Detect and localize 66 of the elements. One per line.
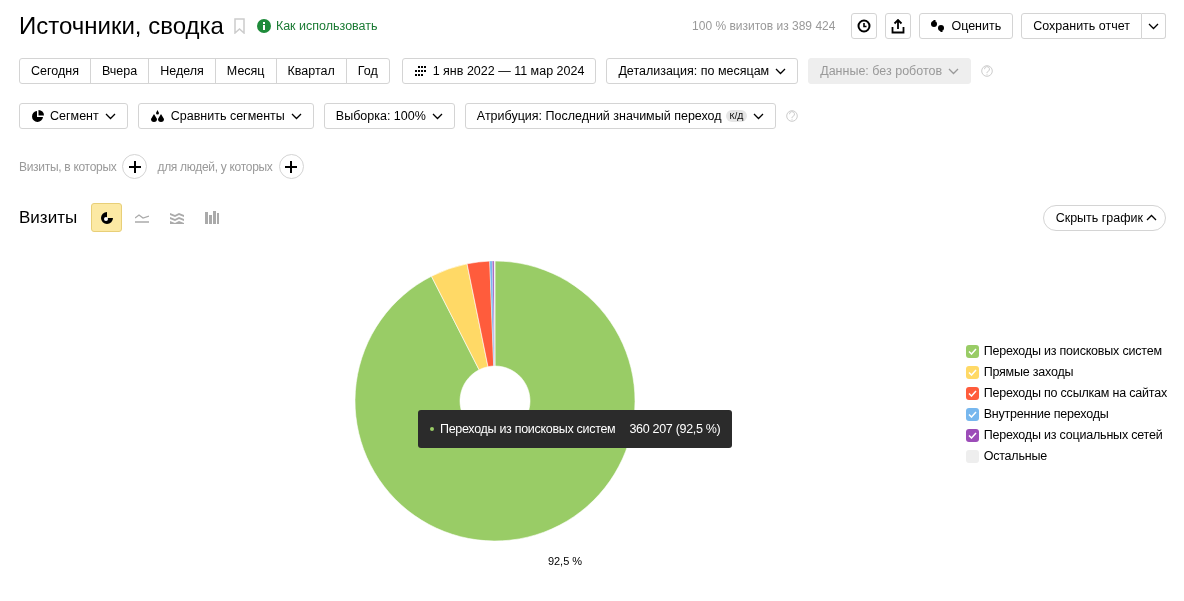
help-link[interactable]: Как использовать xyxy=(275,19,378,33)
period-tab[interactable]: Месяц xyxy=(214,58,277,84)
sample-dropdown[interactable]: Выборка: 100% xyxy=(323,103,455,129)
drops-icon xyxy=(149,109,165,123)
attribution-dropdown[interactable]: Атрибуция: Последний значимый переход К/Д xyxy=(464,103,777,129)
save-report-button[interactable]: Сохранить отчет xyxy=(1021,13,1142,39)
period-tab[interactable]: Квартал xyxy=(275,58,347,84)
legend-checkbox[interactable] xyxy=(965,365,979,379)
date-range-button[interactable]: 1 янв 2022 — 11 мар 2024 xyxy=(401,58,597,84)
save-options-button[interactable] xyxy=(1142,13,1166,39)
pie-chart-button[interactable] xyxy=(91,203,123,232)
filter-label: Визиты, в которых xyxy=(19,159,117,174)
pie-icon xyxy=(31,109,44,123)
attribution-label: Атрибуция: Последний значимый переход xyxy=(476,109,722,123)
legend-checkbox[interactable] xyxy=(965,407,979,421)
visits-share-text: 100 % визитов из 389 424 xyxy=(692,19,836,33)
tooltip-label: Переходы из поисковых систем xyxy=(440,421,616,436)
chevron-up-icon xyxy=(1146,214,1157,221)
chevron-down-icon xyxy=(290,112,302,120)
hide-chart-button[interactable]: Скрыть график xyxy=(1042,204,1166,231)
add-filter-button[interactable] xyxy=(122,154,148,179)
legend-checkbox[interactable] xyxy=(965,428,979,442)
chevron-down-icon xyxy=(1148,22,1159,30)
calendar-icon xyxy=(413,66,427,76)
chevron-down-icon xyxy=(431,112,443,120)
legend-label[interactable]: Переходы из социальных сетей xyxy=(983,428,1163,442)
plus-icon xyxy=(285,160,298,173)
chevron-down-icon xyxy=(753,112,765,120)
period-tab[interactable]: Неделя xyxy=(148,58,216,84)
legend-label[interactable]: Переходы по ссылкам на сайтах xyxy=(983,386,1167,400)
segment-dropdown[interactable]: Сегмент xyxy=(19,103,128,129)
detail-dropdown[interactable]: Детализация: по месяцам xyxy=(606,58,799,84)
area-chart-icon xyxy=(169,211,184,224)
legend-checkbox[interactable] xyxy=(965,386,979,400)
chevron-down-icon xyxy=(948,67,960,75)
tooltip-value: 360 207 (92,5 %) xyxy=(629,421,721,436)
legend-label[interactable]: Переходы из поисковых систем xyxy=(983,344,1162,358)
legend-label[interactable]: Остальные xyxy=(983,449,1047,463)
share-icon xyxy=(891,18,906,34)
compare-dropdown[interactable]: Сравнить сегменты xyxy=(137,103,314,129)
pie-chart-icon xyxy=(99,210,114,225)
chevron-down-icon xyxy=(775,67,787,75)
plus-icon xyxy=(128,160,141,173)
legend-checkbox[interactable] xyxy=(965,344,979,358)
history-button[interactable] xyxy=(851,13,878,39)
add-filter-button[interactable] xyxy=(278,154,304,179)
period-tab[interactable]: Вчера xyxy=(89,58,150,84)
chevron-down-icon xyxy=(104,112,116,120)
period-tab[interactable]: Год xyxy=(345,58,390,84)
bookmark-icon[interactable] xyxy=(233,18,245,34)
filter-label: для людей, у которых xyxy=(157,159,273,174)
period-tab[interactable]: Сегодня xyxy=(19,58,91,84)
info-icon xyxy=(256,19,271,33)
share-button[interactable] xyxy=(885,13,912,39)
rate-button[interactable]: Оценить xyxy=(919,13,1014,39)
thin-slices[interactable] xyxy=(489,260,496,366)
bar-chart-icon xyxy=(204,211,219,224)
legend-label[interactable]: Внутренние переходы xyxy=(983,407,1109,421)
section-title: Визиты xyxy=(19,207,78,228)
slice-value-label: 92,5 % xyxy=(547,554,583,567)
legend-label[interactable]: Прямые заходы xyxy=(983,365,1074,379)
model-badge: К/Д xyxy=(725,110,748,122)
quote-icon xyxy=(931,20,946,32)
clock-icon xyxy=(857,19,872,33)
page-title: Источники, сводка xyxy=(19,12,224,40)
line-chart-icon xyxy=(134,212,149,223)
